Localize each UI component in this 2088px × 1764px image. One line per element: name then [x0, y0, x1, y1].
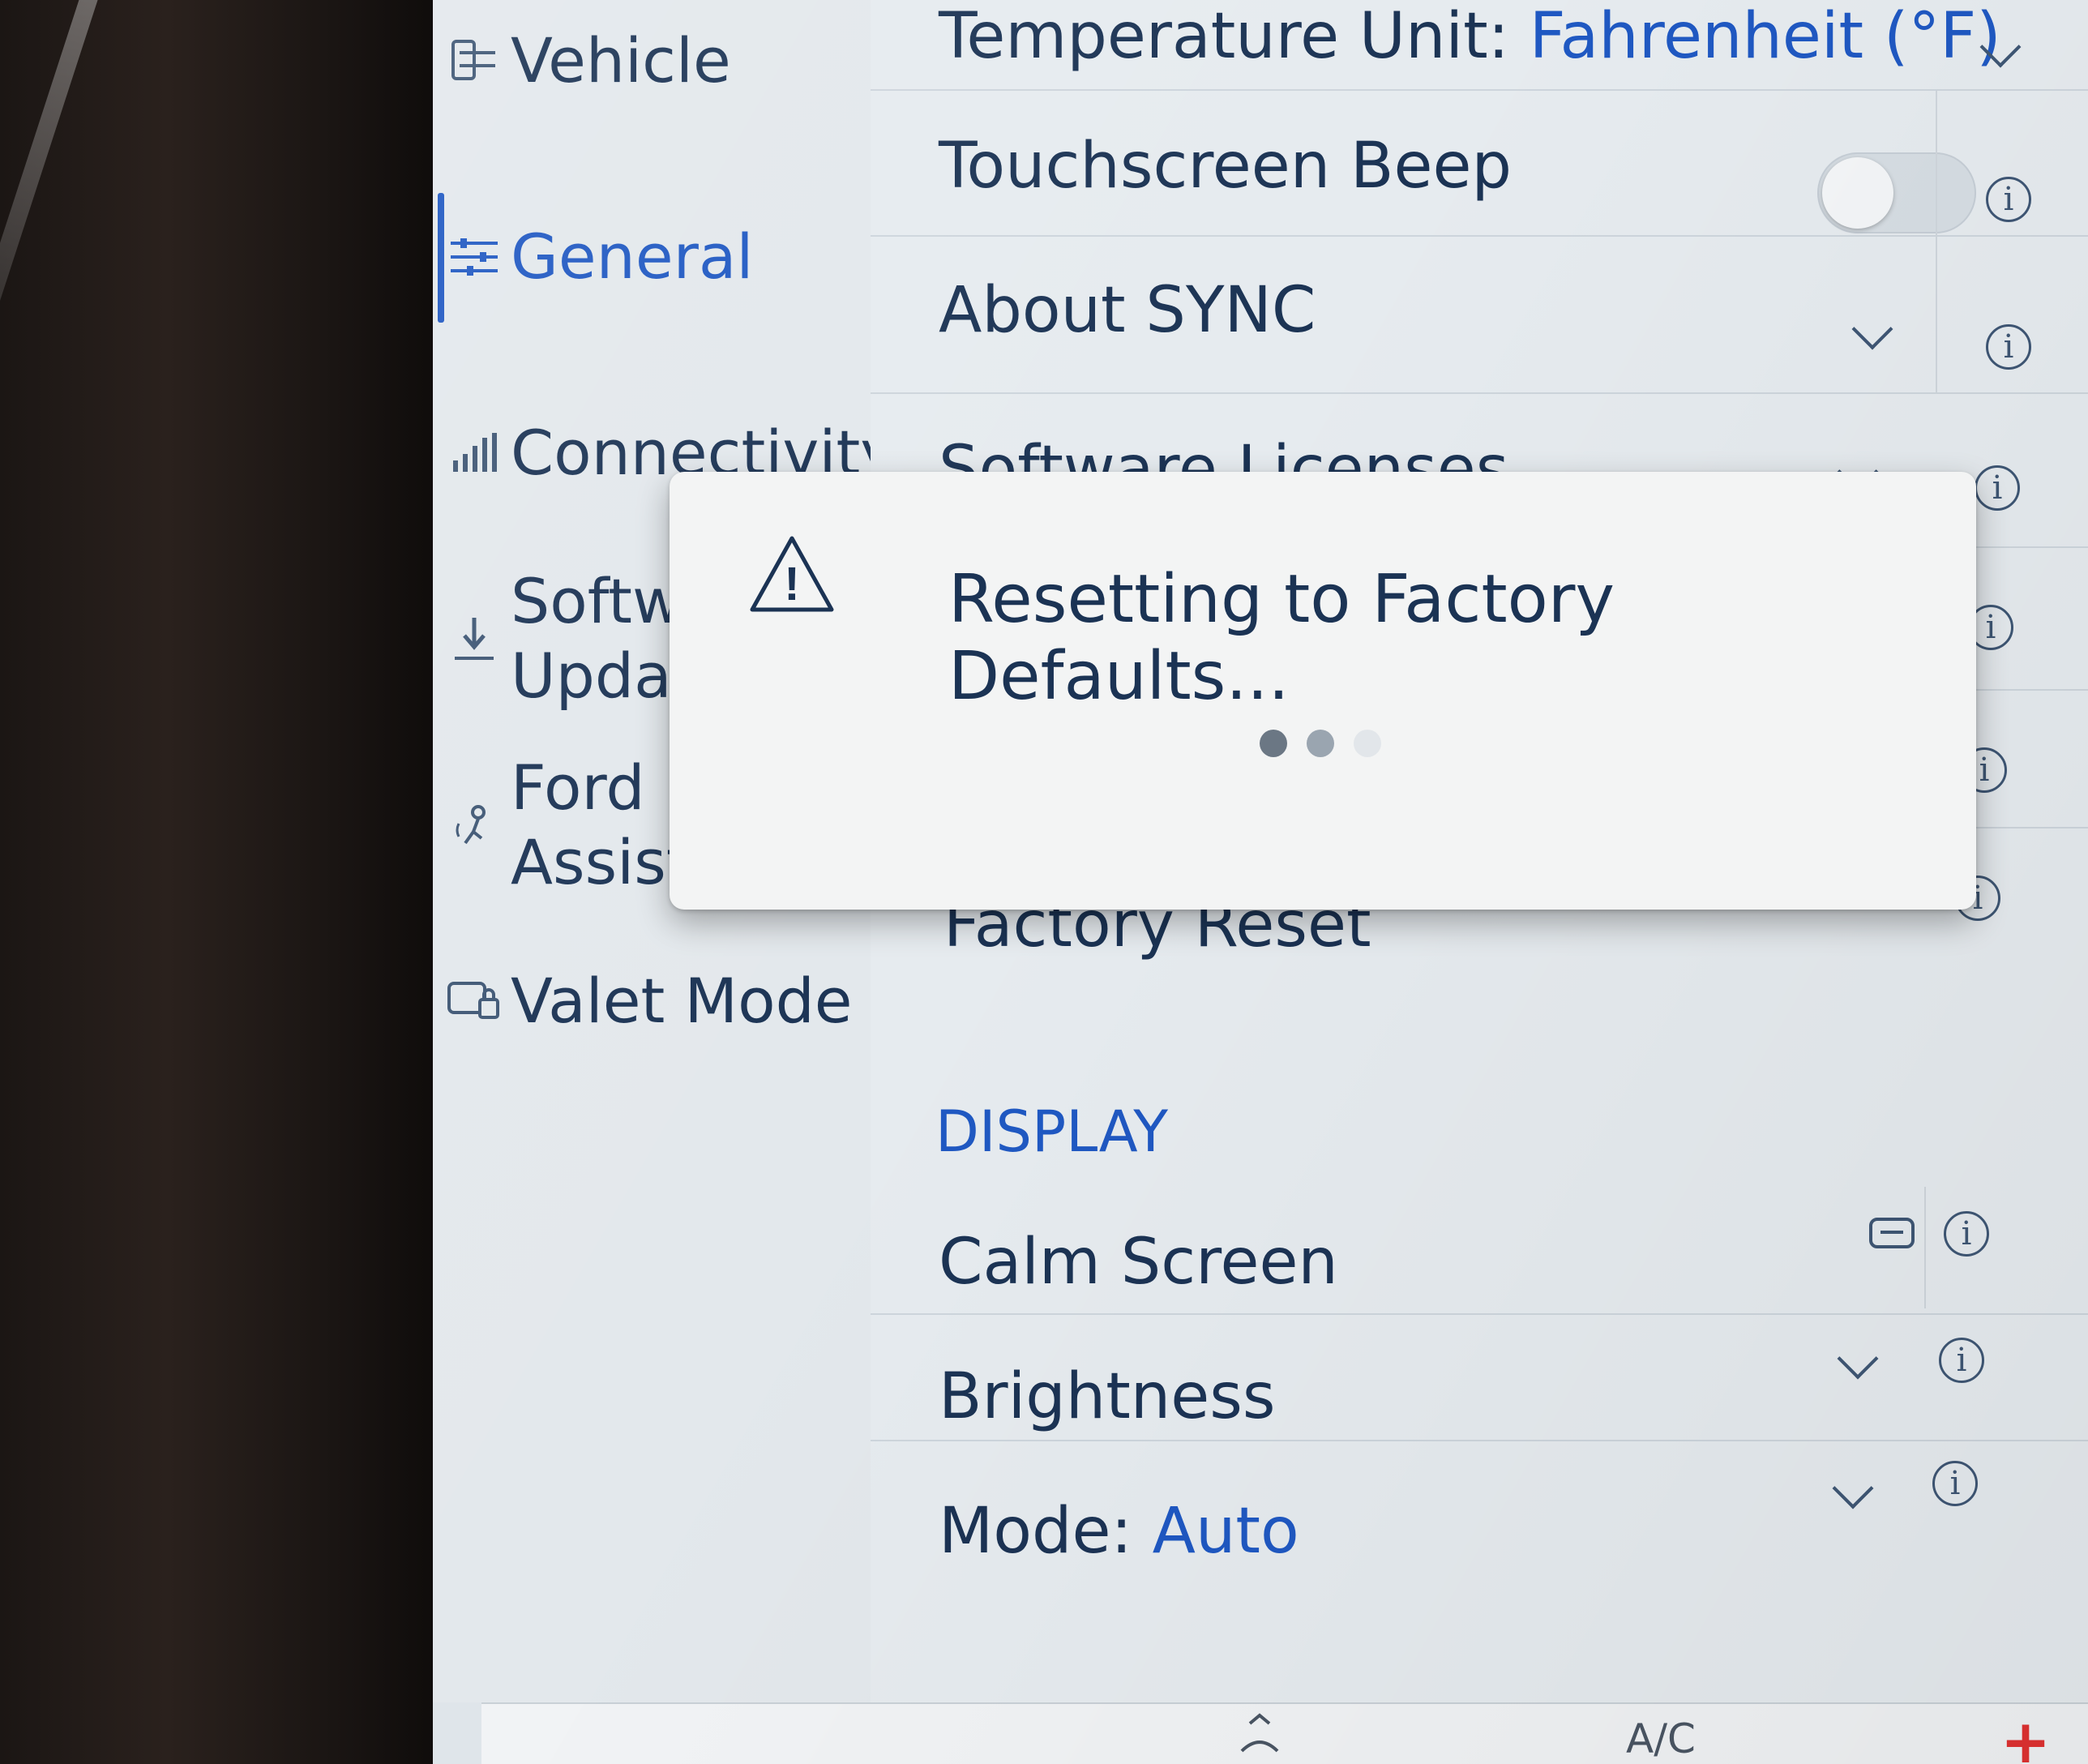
download-icon: [446, 614, 503, 663]
loading-dot: [1260, 730, 1287, 757]
sidebar-item-software-updates[interactable]: Softw Upda: [446, 564, 682, 713]
info-icon[interactable]: i: [1944, 1211, 1989, 1257]
about-sync-row[interactable]: About SYNC i: [871, 235, 2088, 394]
ac-button[interactable]: A/C: [1626, 1715, 1696, 1762]
temp-increase-button[interactable]: +: [2000, 1707, 2051, 1764]
sidebar-item-label-line1: Softw: [511, 565, 683, 637]
about-sync-label: About SYNC: [939, 274, 1316, 347]
climate-bar: A/C +: [481, 1702, 2088, 1764]
display-mode-value: Auto: [1152, 1495, 1299, 1568]
bezel-reflection: [0, 0, 104, 413]
touchscreen-beep-row: Touchscreen Beep i: [871, 91, 2088, 237]
brightness-label: Brightness: [939, 1360, 1276, 1433]
temperature-unit-row[interactable]: Temperature Unit: Fahrenheit (°F): [871, 0, 2088, 91]
info-icon[interactable]: i: [1939, 1338, 1984, 1383]
info-divider: [1936, 235, 1937, 392]
sidebar-item-label-line1: Ford: [511, 751, 645, 824]
signal-bars-icon: [446, 429, 503, 477]
defrost-icon[interactable]: [1235, 1709, 1284, 1758]
sidebar-item-general[interactable]: General: [446, 220, 754, 293]
loading-indicator: [1260, 730, 1401, 757]
info-icon[interactable]: i: [1986, 177, 2031, 222]
toggle-knob: [1822, 157, 1893, 229]
active-indicator: [438, 193, 444, 323]
sidebar-item-label: Vehicle: [511, 24, 731, 96]
temperature-unit-value: Fahrenheit (°F): [1529, 0, 2001, 73]
valet-lock-icon: [446, 977, 503, 1025]
sidebar-item-label-line2: Upda: [511, 640, 672, 712]
ford-assist-icon: [446, 801, 503, 850]
touchscreen-beep-label: Touchscreen Beep: [939, 130, 1512, 203]
brightness-row[interactable]: Brightness i: [871, 1313, 2088, 1441]
sliders-icon: [446, 233, 503, 281]
display-mode-label: Mode:: [939, 1495, 1132, 1568]
factory-reset-dialog: ! Resetting to Factory Defaults...: [670, 472, 1976, 910]
info-divider: [1936, 91, 1937, 235]
calm-screen-icon[interactable]: [1869, 1218, 1915, 1248]
info-icon[interactable]: i: [1932, 1461, 1978, 1506]
temperature-unit-label: Temperature Unit:: [939, 0, 1509, 73]
dialog-message: Resetting to Factory Defaults...: [948, 561, 1615, 715]
sidebar-item-ford-assist[interactable]: Ford Assist: [446, 751, 691, 900]
display-mode-row[interactable]: Mode: Auto i: [871, 1440, 2088, 1569]
sidebar-item-label: Valet Mode: [511, 965, 853, 1037]
display-section-title: DISPLAY: [935, 1098, 1169, 1165]
loading-dot: [1307, 730, 1334, 757]
calm-screen-row[interactable]: Calm Screen i: [871, 1179, 2088, 1315]
warning-triangle-icon: !: [747, 533, 836, 614]
calm-screen-label: Calm Screen: [939, 1226, 1338, 1299]
info-divider: [1924, 1187, 1926, 1308]
sidebar-item-label-line2: Assist: [511, 826, 691, 898]
chevron-down-icon[interactable]: [1851, 308, 1893, 350]
sidebar-item-vehicle[interactable]: Vehicle: [446, 24, 731, 96]
sidebar-item-valet-mode[interactable]: Valet Mode: [446, 965, 853, 1037]
vehicle-settings-icon: [446, 36, 503, 85]
info-icon[interactable]: i: [1975, 465, 2020, 511]
chevron-down-icon[interactable]: [1837, 1338, 1879, 1380]
chevron-down-icon[interactable]: [1832, 1467, 1874, 1509]
warning-glyph: !: [784, 558, 799, 610]
touchscreen-beep-toggle[interactable]: [1817, 152, 1976, 233]
sidebar-item-label: General: [511, 220, 754, 293]
loading-dot: [1354, 730, 1381, 757]
info-icon[interactable]: i: [1986, 324, 2031, 370]
